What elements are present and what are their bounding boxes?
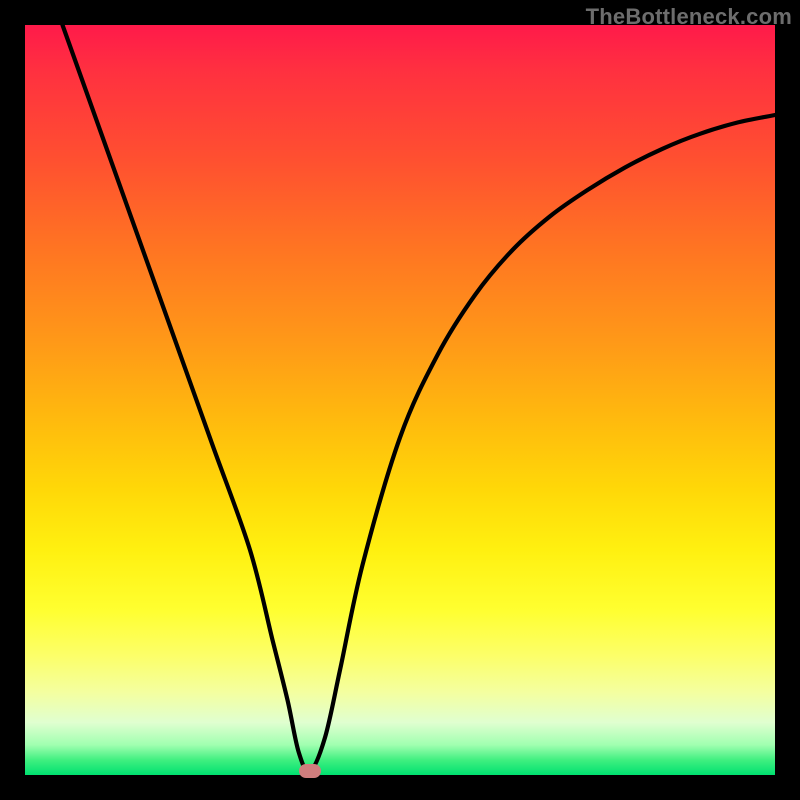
chart-frame: TheBottleneck.com	[0, 0, 800, 800]
bottleneck-curve	[25, 25, 775, 775]
plot-area	[25, 25, 775, 775]
minimum-marker	[299, 764, 321, 778]
curve-path	[63, 25, 776, 772]
watermark-text: TheBottleneck.com	[586, 4, 792, 30]
